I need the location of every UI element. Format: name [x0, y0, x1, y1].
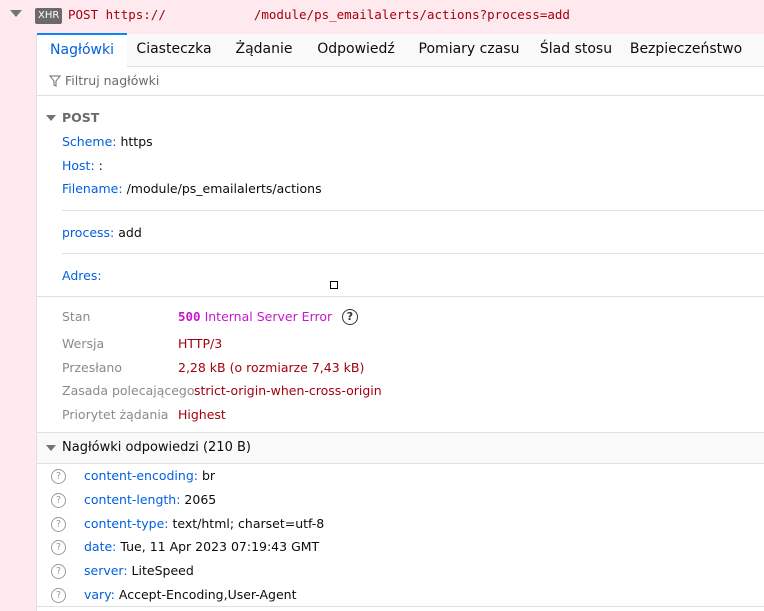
tab-response[interactable]: Odpowiedź [309, 34, 403, 64]
status-value: 500 Internal Server Error [178, 309, 332, 324]
status-text: Internal Server Error [204, 309, 333, 324]
header-key: content-type: [84, 516, 169, 531]
divider [37, 606, 764, 607]
help-icon[interactable]: ? [51, 469, 66, 484]
header-row: vary: Accept-Encoding,User-Agent [84, 587, 297, 602]
help-icon[interactable]: ? [51, 517, 66, 532]
divider [37, 296, 764, 297]
version-value: HTTP/3 [178, 336, 222, 351]
post-section-title[interactable]: POST [62, 110, 99, 125]
process-value: add [118, 225, 142, 240]
scheme-key: Scheme: [62, 134, 117, 149]
host-row: Host: : [62, 158, 103, 173]
help-icon[interactable]: ? [51, 493, 66, 508]
header-value: LiteSpeed [131, 563, 194, 578]
tab-cookies[interactable]: Ciasteczka [130, 34, 218, 64]
url-suffix: /module/ps_emailalerts/actions?process=a… [253, 7, 570, 22]
host-value: : [98, 158, 103, 173]
left-gutter [0, 34, 37, 611]
process-key: process: [62, 225, 115, 240]
tab-timings[interactable]: Pomiary czasu [413, 34, 525, 64]
status-code: 500 [178, 309, 201, 324]
mouse-cursor-icon [330, 281, 338, 289]
referrer-key: Zasada polecającego [62, 383, 195, 398]
transferred-value: 2,28 kB (o rozmiarze 7,43 kB) [178, 360, 364, 375]
address-row: Adres: [62, 268, 102, 283]
header-key: date: [84, 539, 117, 554]
details-panel: Nagłówki Ciasteczka Żądanie Odpowiedź Po… [37, 33, 764, 611]
header-key: server: [84, 563, 128, 578]
transferred-text: 2,28 kB (o rozmiarze 7,43 kB) [178, 360, 365, 375]
filter-bar[interactable]: Filtruj nagłówki [37, 67, 764, 96]
post-collapse-icon[interactable] [46, 115, 56, 121]
priority-key: Priorytet żądania [62, 407, 169, 422]
tab-headers[interactable]: Nagłówki [37, 33, 127, 67]
help-icon[interactable]: ? [51, 540, 66, 555]
header-row: content-type: text/html; charset=utf-8 [84, 516, 324, 531]
priority-text: Highest [178, 407, 226, 422]
help-icon[interactable]: ? [51, 588, 66, 603]
header-key: content-encoding: [84, 468, 198, 483]
referrer-row: Zasada polecającego [62, 383, 195, 398]
transferred-key: Przesłano [62, 360, 123, 375]
header-row: server: LiteSpeed [84, 563, 194, 578]
status-key: Stan [62, 309, 91, 324]
priority-value: Highest [178, 407, 226, 422]
filter-input[interactable]: Filtruj nagłówki [65, 73, 159, 88]
version-text: HTTP/3 [178, 336, 223, 351]
header-value: text/html; charset=utf-8 [172, 516, 325, 531]
priority-row: Priorytet żądania [62, 407, 168, 422]
response-headers-title: Nagłówki odpowiedzi (210 B) [62, 440, 251, 455]
url-prefix: https:// [105, 7, 166, 22]
referrer-value: strict-origin-when-cross-origin [194, 383, 382, 398]
filter-icon [49, 75, 61, 87]
filename-key: Filename: [62, 181, 123, 196]
request-method: POST [68, 7, 99, 22]
header-row: content-length: 2065 [84, 492, 216, 507]
header-row: date: Tue, 11 Apr 2023 07:19:43 GMT [84, 539, 319, 554]
address-key: Adres: [62, 268, 102, 283]
filename-row: Filename: /module/ps_emailalerts/actions [62, 181, 322, 196]
header-key: vary: [84, 587, 115, 602]
response-collapse-icon[interactable] [46, 445, 56, 451]
tab-security[interactable]: Bezpieczeństwo [628, 34, 744, 64]
process-row: process: add [62, 225, 142, 240]
header-row: content-encoding: br [84, 468, 215, 483]
tab-stack-trace[interactable]: Ślad stosu [534, 34, 618, 64]
tab-bar: Nagłówki Ciasteczka Żądanie Odpowiedź Po… [37, 33, 764, 67]
header-value: Tue, 11 Apr 2023 07:19:43 GMT [120, 539, 320, 554]
request-row[interactable]: XHR POST https:// /module/ps_emailalerts/… [0, 0, 764, 34]
divider [62, 253, 764, 254]
version-key: Wersja [62, 336, 105, 351]
divider [62, 210, 764, 211]
collapse-triangle-icon[interactable] [10, 10, 22, 17]
version-row: Wersja [62, 336, 104, 351]
transferred-row: Przesłano [62, 360, 122, 375]
host-key: Host: [62, 158, 95, 173]
xhr-badge: XHR [35, 8, 63, 24]
filename-value: /module/ps_emailalerts/actions [126, 181, 322, 196]
response-headers-bar[interactable]: Nagłówki odpowiedzi (210 B) [37, 432, 764, 464]
status-row: Stan [62, 309, 90, 324]
tab-request[interactable]: Żądanie [226, 34, 302, 64]
header-value: br [201, 468, 216, 483]
header-key: content-length: [84, 492, 181, 507]
redacted-host [166, 7, 254, 19]
scheme-value: https [120, 134, 153, 149]
help-icon[interactable]: ? [51, 564, 66, 579]
header-value: 2065 [184, 492, 217, 507]
header-value: Accept-Encoding,User-Agent [118, 587, 297, 602]
scheme-row: Scheme: https [62, 134, 153, 149]
referrer-text: strict-origin-when-cross-origin [194, 383, 382, 398]
request-url[interactable]: POST https:// /module/ps_emailalerts/acti… [68, 7, 570, 22]
help-icon[interactable]: ? [342, 309, 358, 325]
